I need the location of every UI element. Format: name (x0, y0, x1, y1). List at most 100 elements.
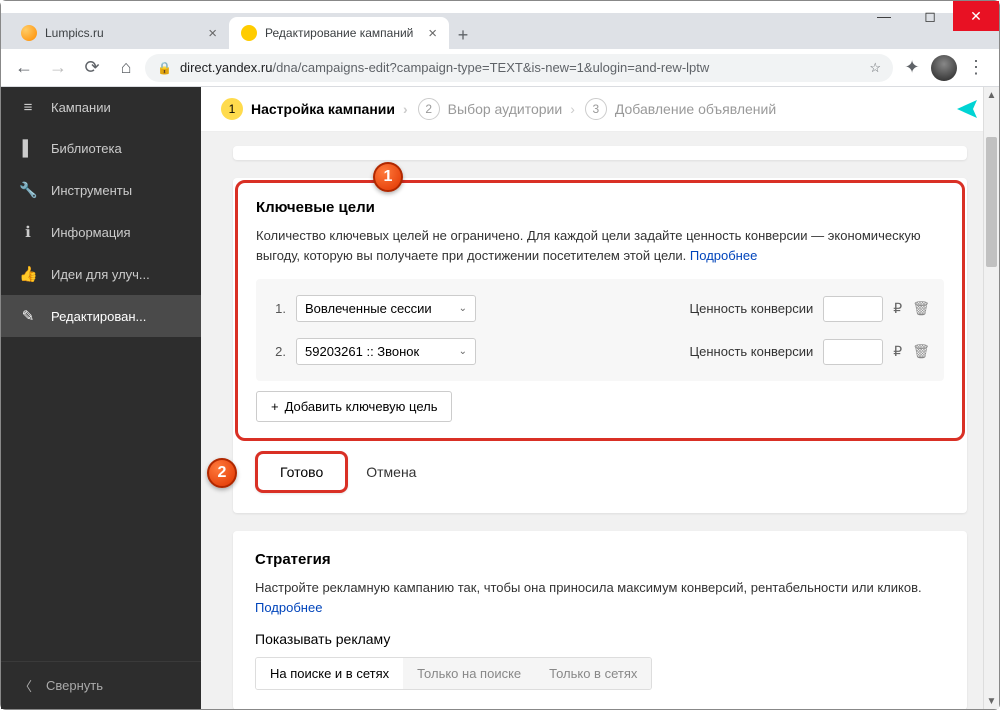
collapse-label: Свернуть (46, 678, 103, 693)
card-title: Ключевые цели (256, 199, 944, 216)
cancel-button[interactable]: Отмена (366, 464, 416, 480)
pencil-icon: ✎ (19, 307, 37, 325)
sidebar-item-library[interactable]: ▌ Библиотека (1, 128, 201, 169)
key-goals-card: 1 Ключевые цели Количество ключевых целе… (233, 178, 967, 513)
step-number: 3 (585, 98, 607, 120)
conversion-value-label: Ценность конверсии (690, 344, 814, 359)
show-ads-label: Показывать рекламу (255, 631, 945, 647)
sidebar-item-tools[interactable]: 🔧Инструменты (1, 169, 201, 211)
add-goal-button[interactable]: + Добавить ключевую цель (256, 391, 452, 422)
favicon-icon (21, 25, 37, 41)
sidebar-label: Библиотека (51, 141, 122, 156)
tab-title: Редактирование кампаний (265, 26, 420, 40)
goal-select[interactable]: 59203261 :: Звонок ⌄ (296, 338, 476, 365)
sidebar-label: Идеи для улуч... (51, 267, 150, 282)
strategy-card: Стратегия Настройте рекламную кампанию т… (233, 531, 967, 709)
chevron-down-icon: ⌄ (459, 346, 467, 357)
sidebar-label: Информация (51, 225, 131, 240)
lock-icon: 🔒 (157, 61, 172, 75)
url-domain: direct.yandex.ru (180, 60, 273, 75)
sidebar-item-editing[interactable]: ✎ Редактирован... (1, 295, 201, 337)
select-value: 59203261 :: Звонок (305, 344, 419, 359)
nav-reload-button[interactable]: ⟳ (77, 53, 107, 83)
step-1[interactable]: 1Настройка кампании› (221, 98, 408, 120)
goal-row: 1. Вовлеченные сессии ⌄ Ценность конверси… (260, 287, 940, 330)
wrench-icon: 🔧 (19, 181, 37, 199)
browser-tab[interactable]: Редактирование кампаний × (229, 17, 449, 49)
browser-menu-icon[interactable]: ⋮ (961, 53, 991, 83)
bookmark-icon[interactable]: ☆ (869, 60, 881, 76)
card-description: Настройте рекламную кампанию так, чтобы … (255, 578, 945, 617)
extension-icon[interactable]: ✦ (897, 53, 927, 83)
scroll-thumb[interactable] (986, 137, 997, 267)
chevron-down-icon: ⌄ (459, 303, 467, 314)
sidebar-label: Редактирован... (51, 309, 146, 324)
goal-row: 2. 59203261 :: Звонок ⌄ Ценность конверси… (260, 330, 940, 373)
window-maximize-button[interactable]: ◻ (907, 1, 953, 31)
scroll-up-icon[interactable]: ▲ (984, 87, 999, 103)
conversion-value-label: Ценность конверсии (690, 301, 814, 316)
sidebar-item-campaigns[interactable]: ≡ Кампании (1, 87, 201, 128)
annotation-marker-1: 1 (373, 162, 403, 192)
step-number: 1 (221, 98, 243, 120)
conversion-value-input[interactable] (823, 296, 883, 322)
step-label: Выбор аудитории (448, 101, 563, 117)
nav-forward-button[interactable]: → (43, 53, 73, 83)
segment-option[interactable]: Только в сетях (535, 658, 651, 689)
conversion-value-input[interactable] (823, 339, 883, 365)
row-number: 2. (270, 344, 286, 359)
sidebar-collapse-button[interactable]: 〈 Свернуть (1, 661, 201, 709)
window-minimize-button[interactable]: — (861, 1, 907, 31)
main-content: 1Настройка кампании› 2 Выбор аудитории › 3… (201, 87, 999, 709)
sidebar: ≡ Кампании ▌ Библиотека 🔧Инструменты ℹ Инфо… (1, 87, 201, 709)
browser-tab[interactable]: Lumpics.ru × (9, 17, 229, 49)
step-2[interactable]: 2Выбор аудитории› (418, 98, 575, 120)
trash-icon[interactable]: 🗑 (912, 343, 930, 360)
new-tab-button[interactable]: + (449, 21, 477, 49)
nav-home-button[interactable]: ⌂ (111, 53, 141, 83)
card-title: Стратегия (255, 551, 945, 568)
thumb-icon: 👍 (19, 265, 37, 283)
step-3[interactable]: 3 Добавление объявлений (585, 98, 776, 120)
tab-close-icon[interactable]: × (428, 25, 437, 42)
url-input[interactable]: 🔒 direct.yandex.ru/dna/campaigns-edit?ca… (145, 54, 893, 82)
goal-select[interactable]: Вовлеченные сессии ⌄ (296, 295, 476, 322)
chevron-right-icon: › (403, 101, 408, 117)
chevron-left-icon: 〈 (19, 676, 32, 695)
favicon-icon (241, 25, 257, 41)
menu-icon: ≡ (19, 99, 37, 116)
annotation-marker-2: 2 (207, 458, 237, 488)
add-goal-label: Добавить ключевую цель (285, 399, 438, 414)
segment-option[interactable]: На поиске и в сетях (256, 658, 403, 689)
sidebar-item-info[interactable]: ℹ Информация (1, 211, 201, 253)
sidebar-item-ideas[interactable]: 👍 Идеи для улуч... (1, 253, 201, 295)
wizard-steps: 1Настройка кампании› 2 Выбор аудитории › 3… (201, 87, 999, 132)
vertical-scrollbar[interactable]: ▲ ▼ (983, 87, 999, 709)
more-link[interactable]: Подробнее (255, 600, 322, 615)
tab-close-icon[interactable]: × (208, 25, 217, 42)
sidebar-label: Кампании (51, 100, 111, 115)
plus-icon: + (271, 399, 279, 414)
trash-icon[interactable]: 🗑 (912, 300, 930, 317)
info-icon: ℹ (19, 223, 37, 241)
titlebar (1, 1, 999, 13)
more-link[interactable]: Подробнее (690, 248, 757, 263)
done-button[interactable]: Готово (255, 451, 348, 493)
step-number: 2 (418, 98, 440, 120)
profile-avatar[interactable] (931, 55, 957, 81)
nav-back-button[interactable]: ← (9, 53, 39, 83)
ruble-icon: ₽ (893, 300, 902, 317)
step-label: Добавление объявлений (615, 101, 776, 117)
show-ads-segment: На поиске и в сетях Только на поиске Тол… (255, 657, 652, 690)
library-icon: ▌ (19, 140, 37, 157)
tab-title: Lumpics.ru (45, 26, 200, 40)
window-close-button[interactable]: ✕ (953, 1, 999, 31)
tab-strip: Lumpics.ru × Редактирование кампаний × + (1, 13, 999, 49)
url-bar: ← → ⟳ ⌂ 🔒 direct.yandex.ru/dna/campaigns… (1, 49, 999, 87)
card-description: Количество ключевых целей не ограничено.… (256, 226, 944, 265)
row-number: 1. (270, 301, 286, 316)
scroll-down-icon[interactable]: ▼ (984, 693, 999, 709)
select-value: Вовлеченные сессии (305, 301, 432, 316)
segment-option[interactable]: Только на поиске (403, 658, 535, 689)
send-icon[interactable] (955, 97, 979, 121)
